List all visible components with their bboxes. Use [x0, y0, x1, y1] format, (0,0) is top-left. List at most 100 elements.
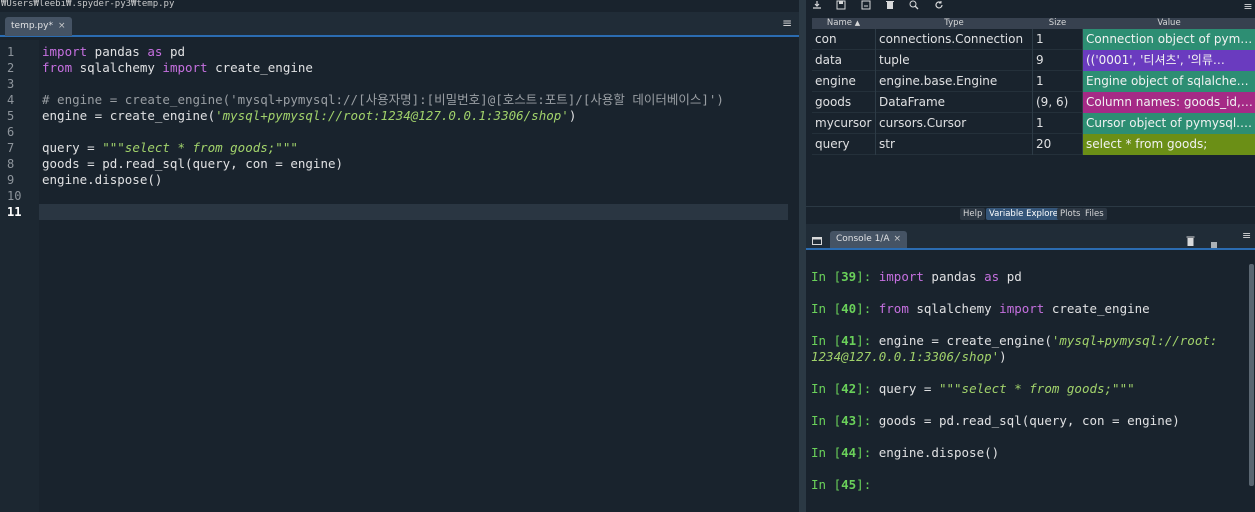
- grid-line: [1032, 134, 1033, 155]
- prompt-number: 45: [841, 477, 857, 492]
- editor-tab-bar: temp.py* × ≡: [0, 12, 799, 37]
- variable-name: data: [815, 53, 843, 67]
- code-line: import pandas as pd: [42, 44, 185, 60]
- console-input-line: In [40]: from sqlalchemy import create_e…: [811, 301, 1150, 317]
- file-path: ₩Users₩leebi₩.spyder-py3₩temp.py: [0, 0, 799, 10]
- pane-tab-files[interactable]: Files: [1082, 208, 1107, 220]
- variable-row[interactable]: engine engine.base.Engine 1 Engine object o…: [812, 71, 1255, 92]
- refresh-icon[interactable]: [932, 0, 946, 13]
- pane-tab-variable-explorer[interactable]: Variable Explorer: [986, 208, 1065, 220]
- code-token: pandas: [87, 44, 148, 59]
- variable-name: goods: [815, 95, 852, 109]
- column-header-name[interactable]: Name ▲: [812, 18, 875, 29]
- variable-value[interactable]: Connection object of pymy…: [1083, 29, 1255, 50]
- console-input-line: In [39]: import pandas as pd: [811, 269, 1022, 285]
- pane-splitter[interactable]: [799, 0, 806, 512]
- save-data-icon[interactable]: [834, 0, 848, 13]
- variable-size: 1: [1036, 116, 1044, 130]
- prompt-prefix: In [: [811, 269, 842, 284]
- console-prompt: In [41]:: [811, 333, 879, 348]
- current-line-highlight: [39, 204, 788, 220]
- close-icon[interactable]: ×: [58, 21, 66, 31]
- variable-type: DataFrame: [879, 95, 946, 109]
- console-prompt: In [43]:: [811, 413, 879, 428]
- code-token: create_engine: [207, 60, 313, 75]
- code-line: query = """select * from goods;""": [42, 140, 298, 156]
- console-input-line: In [42]: query = """select * from goods;…: [811, 381, 1135, 397]
- line-number: 9: [7, 173, 15, 187]
- code-editor[interactable]: import pandas as pd from sqlalchemy impor…: [39, 40, 788, 512]
- console-input-line: In [43]: goods = pd.read_sql(query, con …: [811, 413, 1180, 429]
- code-line: engine = create_engine('mysql+pymysql://…: [42, 108, 576, 124]
- grid-line: [1032, 71, 1033, 92]
- variable-name: engine: [815, 74, 856, 88]
- variable-row[interactable]: query str 20 select * from goods;: [812, 134, 1255, 155]
- import-data-icon[interactable]: [810, 0, 824, 13]
- editor-scrollbar[interactable]: [788, 40, 799, 512]
- grid-line: [875, 29, 876, 50]
- line-number: 6: [7, 125, 15, 139]
- code-token: """select * from goods;""": [938, 381, 1135, 396]
- editor-pane: ₩Users₩leebi₩.spyder-py3₩temp.py temp.py…: [0, 0, 799, 512]
- variable-type: connections.Connection: [879, 32, 1024, 46]
- pane-tab-plots[interactable]: Plots: [1057, 208, 1084, 220]
- options-menu-icon[interactable]: ≡: [1241, 0, 1255, 13]
- code-token: 'mysql+pymysql://root:: [1051, 333, 1218, 348]
- grid-line: [1082, 113, 1083, 134]
- line-number: 7: [7, 141, 15, 155]
- variable-row[interactable]: mycursor cursors.Cursor 1 Cursor object of …: [812, 113, 1255, 134]
- prompt-prefix: In [: [811, 301, 842, 316]
- code-token: pd: [162, 44, 186, 59]
- grid-line: [875, 71, 876, 92]
- line-number: 11: [7, 205, 22, 219]
- editor-tab-temp-py[interactable]: temp.py* ×: [5, 17, 72, 36]
- pane-tab-help[interactable]: Help: [960, 208, 986, 220]
- code-line: # engine = create_engine('mysql+pymysql:…: [42, 92, 724, 108]
- console-input-line: In [41]: engine = create_engine('mysql+p…: [811, 333, 1217, 349]
- console-scrollbar[interactable]: [1249, 254, 1255, 504]
- prompt-prefix: In [: [811, 381, 842, 396]
- editor-options-icon[interactable]: ≡: [780, 15, 794, 31]
- console-prompt: In [40]:: [811, 301, 879, 316]
- variable-name: mycursor: [815, 116, 872, 130]
- console-tab-1a[interactable]: Console 1/A ×: [830, 231, 908, 248]
- column-header-size[interactable]: Size: [1033, 18, 1082, 29]
- grid-line: [1082, 71, 1083, 92]
- save-as-icon[interactable]: [859, 0, 873, 13]
- code-token: as: [984, 269, 1000, 284]
- remove-icon[interactable]: [1186, 231, 1196, 246]
- variable-value[interactable]: Cursor object of pymysql.…: [1083, 113, 1255, 134]
- variable-size: 1: [1036, 74, 1044, 88]
- pane-tab-bar: Help Variable Explorer Plots Files: [806, 206, 1255, 220]
- variable-row[interactable]: con connections.Connection 1 Connection obj…: [812, 29, 1255, 50]
- code-token: sqlalchemy: [72, 60, 163, 75]
- console-output[interactable]: In [39]: import pandas as pd In [40]: fro…: [806, 252, 1246, 512]
- code-token: 1234@127.0.0.1:3306/shop': [811, 349, 1000, 364]
- code-line: from sqlalchemy import create_engine: [42, 60, 313, 76]
- variable-row[interactable]: data tuple 9 (('0001', '티셔츠', '의류…: [812, 50, 1255, 71]
- variable-value[interactable]: Engine object of sqlalche…: [1083, 71, 1255, 92]
- code-token: from: [42, 60, 73, 75]
- variable-value[interactable]: (('0001', '티셔츠', '의류…: [1083, 50, 1255, 71]
- variable-value[interactable]: select * from goods;: [1083, 134, 1255, 155]
- search-icon[interactable]: [907, 0, 921, 13]
- stop-icon[interactable]: [1211, 233, 1219, 248]
- console-options-icon[interactable]: ≡: [1242, 229, 1254, 243]
- code-token: pd: [999, 269, 1022, 284]
- close-icon[interactable]: ×: [894, 234, 902, 244]
- variable-size: (9, 6): [1036, 95, 1069, 109]
- code-token: from: [878, 301, 909, 316]
- delete-all-icon[interactable]: [883, 0, 897, 13]
- console-scrollbar-thumb[interactable]: [1249, 264, 1254, 486]
- column-header-value[interactable]: Value: [1083, 18, 1255, 29]
- grid-line: [1082, 92, 1083, 113]
- browse-tabs-icon[interactable]: [812, 231, 824, 245]
- code-token: ): [999, 349, 1007, 364]
- column-header-type[interactable]: Type: [876, 18, 1032, 29]
- grid-line: [1032, 29, 1033, 50]
- line-number: 8: [7, 157, 15, 171]
- variable-value[interactable]: Column names: goods_id, g…: [1083, 92, 1255, 113]
- grid-line: [1082, 29, 1083, 50]
- variable-row[interactable]: goods DataFrame (9, 6) Column names: goods_…: [812, 92, 1255, 113]
- variable-type: tuple: [879, 53, 910, 67]
